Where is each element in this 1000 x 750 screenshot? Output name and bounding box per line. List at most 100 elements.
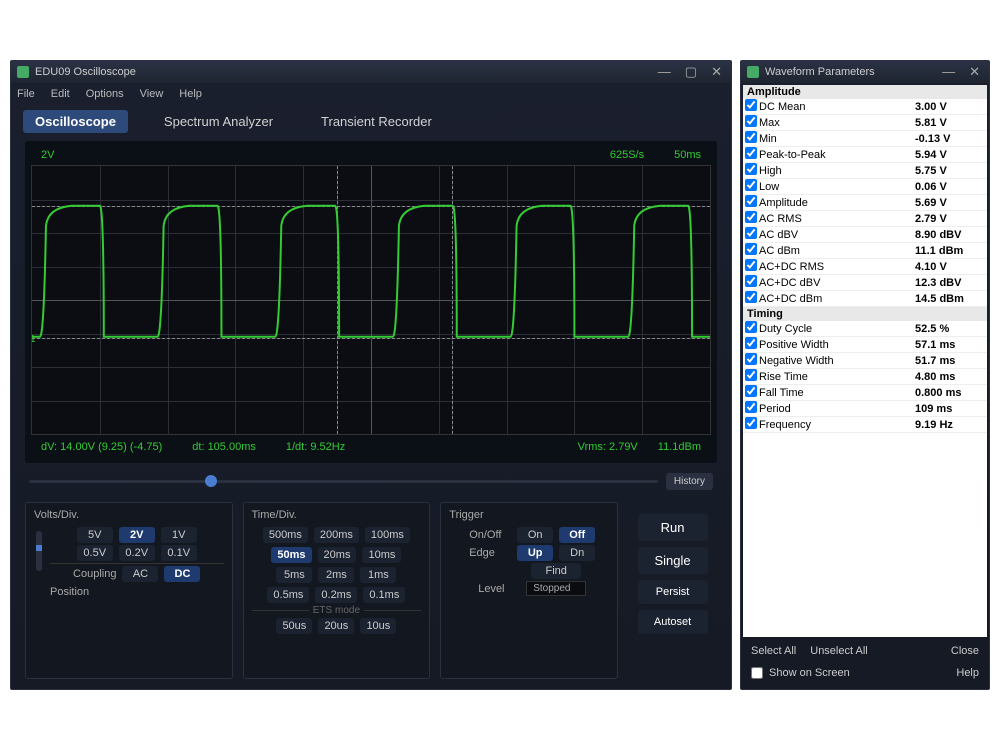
main-titlebar: EDU09 Oscilloscope — ▢ ✕ bbox=[11, 61, 731, 83]
tdiv-500ms[interactable]: 500ms bbox=[263, 527, 308, 543]
tdiv-0.5ms[interactable]: 0.5ms bbox=[267, 587, 309, 603]
vdiv-5v[interactable]: 5V bbox=[77, 527, 113, 543]
minimize-icon[interactable]: — bbox=[655, 64, 674, 80]
coupling-ac[interactable]: AC bbox=[122, 566, 158, 582]
param-checkbox[interactable] bbox=[745, 179, 757, 191]
vdiv-0.1v[interactable]: 0.1V bbox=[161, 545, 197, 561]
trigger-status: Stopped bbox=[526, 581, 586, 596]
param-checkbox[interactable] bbox=[745, 369, 757, 381]
param-checkbox[interactable] bbox=[745, 211, 757, 223]
tdiv-5ms[interactable]: 5ms bbox=[276, 567, 312, 583]
param-row: High5.75 V bbox=[743, 163, 987, 179]
trigger-off[interactable]: Off bbox=[559, 527, 595, 543]
param-checkbox[interactable] bbox=[745, 401, 757, 413]
coupling-label: Coupling bbox=[73, 568, 116, 580]
run-button[interactable]: Run bbox=[638, 514, 708, 541]
persist-button[interactable]: Persist bbox=[638, 580, 708, 604]
param-checkbox[interactable] bbox=[745, 417, 757, 429]
tdiv-20ms[interactable]: 20ms bbox=[318, 547, 357, 563]
vdiv-1v[interactable]: 1V bbox=[161, 527, 197, 543]
tab-oscilloscope[interactable]: Oscilloscope bbox=[23, 110, 128, 133]
app-icon bbox=[17, 66, 29, 78]
main-window: EDU09 Oscilloscope — ▢ ✕ File Edit Optio… bbox=[10, 60, 732, 690]
param-name: Rise Time bbox=[759, 371, 915, 383]
param-checkbox[interactable] bbox=[745, 195, 757, 207]
param-checkbox[interactable] bbox=[745, 147, 757, 159]
tab-transient[interactable]: Transient Recorder bbox=[309, 110, 444, 133]
tdiv-100ms[interactable]: 100ms bbox=[365, 527, 410, 543]
side-minimize-icon[interactable]: — bbox=[939, 64, 958, 80]
tdiv-0.2ms[interactable]: 0.2ms bbox=[315, 587, 357, 603]
param-checkbox[interactable] bbox=[745, 291, 757, 303]
param-name: AC dBV bbox=[759, 229, 915, 241]
tdiv-2ms[interactable]: 2ms bbox=[318, 567, 354, 583]
close-icon[interactable]: ✕ bbox=[708, 64, 725, 80]
param-name: Max bbox=[759, 117, 915, 129]
param-value: 9.19 Hz bbox=[915, 419, 985, 431]
param-checkbox[interactable] bbox=[745, 275, 757, 287]
param-checkbox[interactable] bbox=[745, 115, 757, 127]
param-value: 0.800 ms bbox=[915, 387, 985, 399]
menu-options[interactable]: Options bbox=[86, 88, 124, 100]
scope-vdiv-label: 2V bbox=[41, 149, 54, 161]
param-value: 51.7 ms bbox=[915, 355, 985, 367]
trigger-find[interactable]: Find bbox=[531, 563, 581, 579]
param-checkbox[interactable] bbox=[745, 353, 757, 365]
param-checkbox[interactable] bbox=[745, 163, 757, 175]
vdiv-2v[interactable]: 2V bbox=[119, 527, 155, 543]
param-checkbox[interactable] bbox=[745, 131, 757, 143]
param-checkbox[interactable] bbox=[745, 99, 757, 111]
autoset-button[interactable]: Autoset bbox=[638, 610, 708, 634]
trigger-edge-up[interactable]: Up bbox=[517, 545, 553, 561]
close-button[interactable]: Close bbox=[951, 645, 979, 657]
menu-edit[interactable]: Edit bbox=[51, 88, 70, 100]
param-row: Period109 ms bbox=[743, 401, 987, 417]
tdiv-50ms[interactable]: 50ms bbox=[271, 547, 311, 563]
vdiv-0.5v[interactable]: 0.5V bbox=[77, 545, 113, 561]
param-name: Low bbox=[759, 181, 915, 193]
side-bottom-row: Show on Screen Help bbox=[741, 663, 989, 689]
side-close-icon[interactable]: ✕ bbox=[966, 64, 983, 80]
trigger-on[interactable]: On bbox=[517, 527, 553, 543]
param-checkbox[interactable] bbox=[745, 259, 757, 271]
param-name: AC dBm bbox=[759, 245, 915, 257]
select-all-button[interactable]: Select All bbox=[751, 645, 796, 657]
param-row: Duty Cycle52.5 % bbox=[743, 321, 987, 337]
tab-spectrum[interactable]: Spectrum Analyzer bbox=[152, 110, 285, 133]
maximize-icon[interactable]: ▢ bbox=[682, 64, 700, 80]
volts-panel: Volts/Div. 5V 2V 1V 0.5V 0.2V 0.1V bbox=[25, 502, 233, 679]
ets-20us[interactable]: 20us bbox=[318, 618, 354, 634]
param-checkbox[interactable] bbox=[745, 243, 757, 255]
menu-file[interactable]: File bbox=[17, 88, 35, 100]
ets-10us[interactable]: 10us bbox=[360, 618, 396, 634]
param-checkbox[interactable] bbox=[745, 337, 757, 349]
coupling-dc[interactable]: DC bbox=[164, 566, 200, 582]
tdiv-0.1ms[interactable]: 0.1ms bbox=[363, 587, 405, 603]
show-on-screen-checkbox[interactable] bbox=[751, 667, 763, 679]
param-value: 5.94 V bbox=[915, 149, 985, 161]
param-checkbox[interactable] bbox=[745, 385, 757, 397]
tdiv-1ms[interactable]: 1ms bbox=[360, 567, 396, 583]
side-titlebar: Waveform Parameters — ✕ bbox=[741, 61, 989, 83]
unselect-all-button[interactable]: Unselect All bbox=[810, 645, 867, 657]
ets-50us[interactable]: 50us bbox=[276, 618, 312, 634]
trigger-edge-dn[interactable]: Dn bbox=[559, 545, 595, 561]
help-button[interactable]: Help bbox=[956, 667, 979, 679]
param-checkbox[interactable] bbox=[745, 227, 757, 239]
history-button[interactable]: History bbox=[666, 473, 713, 490]
param-value: 5.69 V bbox=[915, 197, 985, 209]
tdiv-200ms[interactable]: 200ms bbox=[314, 527, 359, 543]
vdiv-0.2v[interactable]: 0.2V bbox=[119, 545, 155, 561]
param-checkbox[interactable] bbox=[745, 321, 757, 333]
waveform-trace bbox=[32, 166, 710, 434]
param-value: -0.13 V bbox=[915, 133, 985, 145]
volts-position-slider[interactable] bbox=[36, 531, 42, 571]
menu-view[interactable]: View bbox=[140, 88, 164, 100]
single-button[interactable]: Single bbox=[638, 547, 708, 574]
readout-freq: 1/dt: 9.52Hz bbox=[286, 441, 345, 453]
param-list[interactable]: AmplitudeDC Mean3.00 VMax5.81 VMin-0.13 … bbox=[743, 85, 987, 637]
menu-help[interactable]: Help bbox=[179, 88, 202, 100]
timeline-slider[interactable] bbox=[29, 480, 658, 483]
tdiv-10ms[interactable]: 10ms bbox=[362, 547, 401, 563]
waveform-display[interactable]: 1 bbox=[31, 165, 711, 435]
